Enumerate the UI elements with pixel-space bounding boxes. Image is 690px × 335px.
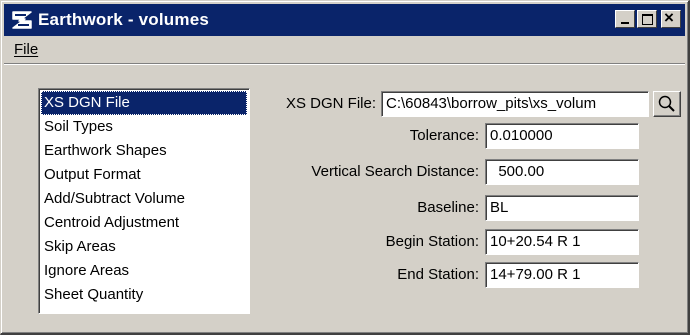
- end-station-input[interactable]: 14+79.00 R 1: [485, 262, 639, 288]
- maximize-icon: [642, 14, 653, 25]
- list-item-soil-types[interactable]: Soil Types: [41, 115, 247, 139]
- list-item-xs-dgn-file[interactable]: XS DGN File: [41, 91, 247, 115]
- earthwork-logo-icon: [12, 11, 32, 29]
- baseline-input[interactable]: BL: [485, 195, 639, 221]
- list-item-output-format[interactable]: Output Format: [41, 163, 247, 187]
- window-controls: ×: [615, 8, 681, 28]
- earthwork-volumes-window: Earthwork - volumes × File XS DGN File S…: [0, 0, 690, 335]
- close-icon: ×: [664, 8, 674, 27]
- list-item-add-subtract-volume[interactable]: Add/Subtract Volume: [41, 187, 247, 211]
- window-title: Earthwork - volumes: [38, 10, 210, 29]
- maximize-button[interactable]: [637, 10, 657, 28]
- tolerance-label: Tolerance:: [409, 127, 479, 144]
- category-list[interactable]: XS DGN File Soil Types Earthwork Shapes …: [38, 88, 250, 314]
- begin-station-label: Begin Station:: [385, 233, 479, 250]
- vertical-search-distance-label: Vertical Search Distance:: [311, 163, 479, 180]
- close-button[interactable]: ×: [661, 8, 681, 28]
- minimize-button[interactable]: [615, 10, 635, 28]
- vertical-search-distance-input[interactable]: 500.00: [485, 159, 639, 185]
- menu-separator: [4, 63, 685, 65]
- minimize-icon: [621, 22, 629, 24]
- xs-dgn-file-input[interactable]: C:\60843\borrow_pits\xs_volum: [381, 91, 649, 117]
- baseline-label: Baseline:: [417, 199, 479, 216]
- list-item-earthwork-shapes[interactable]: Earthwork Shapes: [41, 139, 247, 163]
- list-item-ignore-areas[interactable]: Ignore Areas: [41, 259, 247, 283]
- menu-bar: File: [4, 37, 685, 61]
- list-item-skip-areas[interactable]: Skip Areas: [41, 235, 247, 259]
- begin-station-input[interactable]: 10+20.54 R 1: [485, 229, 639, 255]
- browse-file-button[interactable]: [653, 91, 681, 117]
- end-station-label: End Station:: [397, 266, 479, 283]
- xs-dgn-file-label: XS DGN File:: [285, 95, 376, 112]
- magnifier-icon: [658, 95, 675, 112]
- list-item-centroid-adjustment[interactable]: Centroid Adjustment: [41, 211, 247, 235]
- menu-file[interactable]: File: [4, 41, 48, 58]
- tolerance-input[interactable]: 0.010000: [485, 123, 639, 149]
- list-item-sheet-quantity[interactable]: Sheet Quantity: [41, 283, 247, 307]
- title-bar[interactable]: Earthwork - volumes ×: [4, 4, 685, 36]
